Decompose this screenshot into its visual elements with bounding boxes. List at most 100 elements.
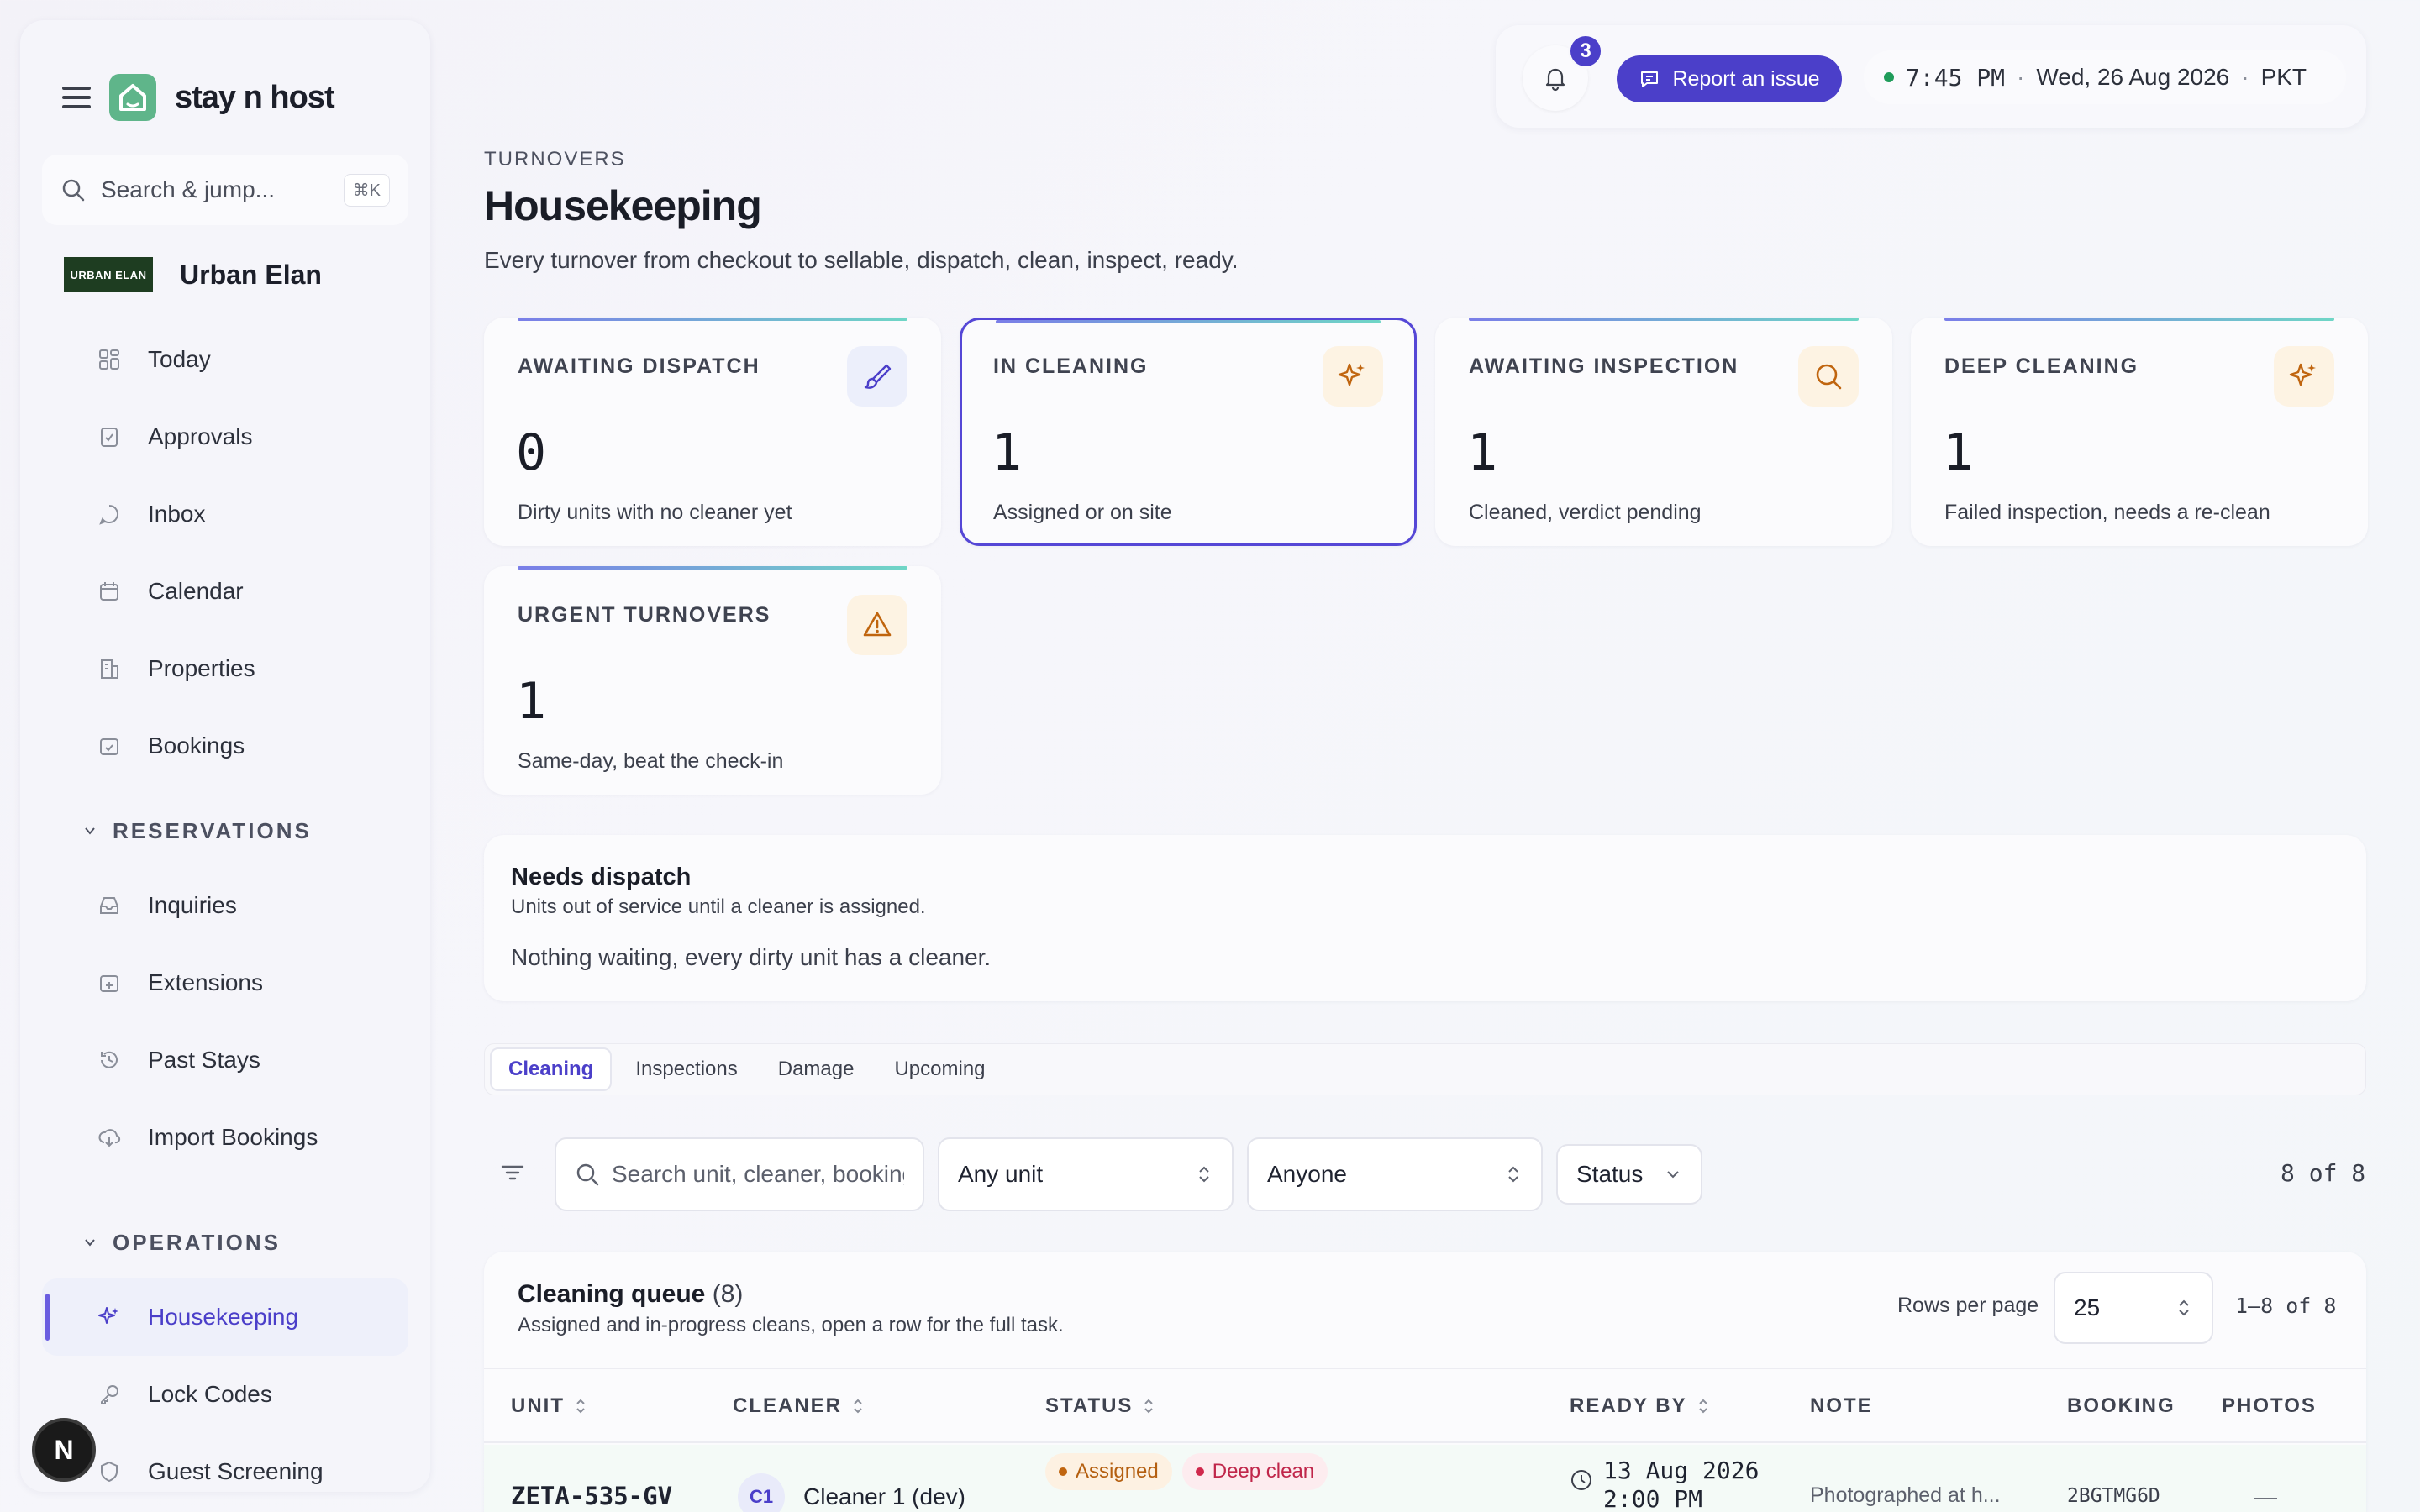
cleaning-queue: Cleaning queue (8) Assigned and in-progr… bbox=[484, 1252, 2366, 1512]
pagination-range: 1–8 of 8 bbox=[2235, 1294, 2337, 1318]
sidebar-item-calendar[interactable]: Calendar bbox=[42, 553, 408, 630]
sidebar-item-label: Housekeeping bbox=[148, 1304, 299, 1330]
sidebar-item-extensions[interactable]: Extensions bbox=[42, 944, 408, 1021]
calendar-icon bbox=[96, 578, 123, 605]
section-operations[interactable]: OPERATIONS bbox=[42, 1206, 408, 1278]
page-subtitle: Every turnover from checkout to sellable… bbox=[484, 247, 1239, 273]
sidebar-item-bookings[interactable]: Bookings bbox=[42, 707, 408, 785]
column-label: STATUS bbox=[1045, 1394, 1134, 1417]
chevron-updown-icon bbox=[1199, 1166, 1209, 1183]
stat-description: Failed inspection, needs a re-clean bbox=[1944, 501, 2270, 524]
sidebar-item-past-stays[interactable]: Past Stays bbox=[42, 1021, 408, 1099]
column-header-photos: PHOTOS bbox=[2222, 1394, 2317, 1418]
clock-time: 7:45 PM bbox=[1906, 63, 2006, 92]
sparkle-icon bbox=[96, 1304, 123, 1331]
stat-description: Dirty units with no cleaner yet bbox=[518, 501, 792, 524]
cell-ready-by: 13 Aug 2026 2:00 PM bbox=[1570, 1457, 1759, 1512]
tag-text: Deep clean bbox=[1212, 1460, 1315, 1483]
queue-search-input[interactable]: Search unit, cleaner, booking bbox=[555, 1137, 924, 1211]
menu-icon[interactable] bbox=[62, 87, 91, 108]
cell-booking[interactable]: 2BGTMG6D bbox=[2067, 1485, 2160, 1507]
report-issue-label: Report an issue bbox=[1672, 66, 1820, 91]
column-label: UNIT bbox=[511, 1394, 565, 1417]
status-dot bbox=[1884, 72, 1894, 82]
column-label: NOTE bbox=[1810, 1394, 1873, 1417]
sidebar-item-label: Today bbox=[148, 346, 211, 372]
stat-card-deep-cleaning[interactable]: DEEP CLEANING 1 Failed inspection, needs… bbox=[1911, 318, 2368, 546]
org-logo: URBAN ELAN bbox=[64, 257, 153, 292]
stat-description: Same-day, beat the check-in bbox=[518, 749, 784, 773]
table-row[interactable]: ZETA-535-GV C1 Cleaner 1 (dev) Assigned … bbox=[484, 1445, 2366, 1512]
ready-date: 13 Aug 2026 bbox=[1603, 1457, 1760, 1484]
cleaner-name: Cleaner 1 (dev) bbox=[803, 1483, 965, 1509]
sidebar-item-approvals[interactable]: Approvals bbox=[42, 398, 408, 475]
status-text: Assigned bbox=[1076, 1460, 1159, 1483]
cell-photos: — bbox=[2254, 1483, 2277, 1509]
section-reservations[interactable]: RESERVATIONS bbox=[42, 795, 408, 867]
sidebar-item-label: Inbox bbox=[148, 501, 206, 527]
stat-card-in-cleaning[interactable]: IN CLEANING 1 Assigned or on site bbox=[960, 318, 1417, 546]
sidebar-item-lock-codes[interactable]: Lock Codes bbox=[42, 1356, 408, 1433]
sidebar-item-inbox[interactable]: Inbox bbox=[42, 475, 408, 553]
column-label: BOOKING bbox=[2067, 1394, 2175, 1417]
result-count: 8 of 8 bbox=[2281, 1159, 2366, 1187]
brand: stay n host bbox=[62, 74, 335, 121]
queue-subtitle: Assigned and in-progress cleans, open a … bbox=[518, 1314, 1064, 1336]
unit-select[interactable]: Any unit bbox=[938, 1137, 1234, 1211]
bell-icon bbox=[1545, 68, 1565, 92]
stat-card-urgent-turnovers[interactable]: URGENT TURNOVERS 1 Same-day, beat the ch… bbox=[484, 566, 941, 795]
sidebar-item-label: Guest Screening bbox=[148, 1458, 324, 1484]
sidebar-item-today[interactable]: Today bbox=[42, 321, 408, 398]
building-icon bbox=[96, 655, 123, 682]
rows-per-page-select[interactable]: 25 bbox=[2054, 1272, 2213, 1344]
column-header-cleaner[interactable]: CLEANER bbox=[733, 1394, 865, 1418]
sidebar-search[interactable]: Search & jump... ⌘K bbox=[42, 155, 408, 225]
chevron-updown-icon bbox=[2179, 1299, 2189, 1316]
clipboard-check-icon bbox=[96, 423, 123, 450]
column-header-unit[interactable]: UNIT bbox=[511, 1394, 588, 1418]
sort-icon bbox=[576, 1399, 585, 1414]
rows-per-page-label: Rows per page bbox=[1897, 1294, 2039, 1317]
tag-badge: Deep clean bbox=[1181, 1453, 1328, 1490]
nav-main: Today Approvals Inbox Calendar Propertie… bbox=[42, 321, 408, 785]
filter-icon[interactable] bbox=[499, 1159, 526, 1186]
unit-select-value: Any unit bbox=[958, 1161, 1044, 1187]
tab-upcoming[interactable]: Upcoming bbox=[877, 1047, 1002, 1091]
stat-card-awaiting-dispatch[interactable]: AWAITING DISPATCH 0 Dirty units with no … bbox=[484, 318, 941, 546]
report-issue-button[interactable]: Report an issue bbox=[1617, 55, 1842, 102]
topbar: 3 Report an issue 7:45 PM · Wed, 26 Aug … bbox=[1496, 25, 2366, 128]
rows-per-page-value: 25 bbox=[2074, 1294, 2101, 1320]
shortcut-badge: ⌘K bbox=[343, 173, 390, 207]
tab-cleaning[interactable]: Cleaning bbox=[490, 1047, 613, 1091]
org-switcher[interactable]: URBAN ELAN Urban Elan bbox=[64, 257, 322, 292]
stat-label: AWAITING DISPATCH bbox=[518, 354, 760, 378]
needs-dispatch-panel: Needs dispatch Units out of service unti… bbox=[484, 835, 2366, 1001]
tab-damage[interactable]: Damage bbox=[761, 1047, 871, 1091]
search-placeholder: Search & jump... bbox=[101, 176, 275, 202]
sidebar-item-guest-screening[interactable]: Guest Screening bbox=[42, 1433, 408, 1492]
table-header: UNIT CLEANER STATUS READY BY NOTE BOOKIN… bbox=[484, 1368, 2366, 1443]
calendar-check-icon bbox=[96, 732, 123, 759]
chat-icon bbox=[96, 501, 123, 528]
sidebar-item-inquiries[interactable]: Inquiries bbox=[42, 867, 408, 944]
assignee-select-value: Anyone bbox=[1267, 1161, 1347, 1187]
grid-icon bbox=[96, 346, 123, 373]
sidebar-item-properties[interactable]: Properties bbox=[42, 630, 408, 707]
clock-timezone: PKT bbox=[2260, 64, 2307, 90]
sidebar-item-import-bookings[interactable]: Import Bookings bbox=[42, 1099, 408, 1176]
user-avatar[interactable]: N bbox=[32, 1418, 96, 1482]
assignee-select[interactable]: Anyone bbox=[1247, 1137, 1543, 1211]
stat-card-awaiting-inspection[interactable]: AWAITING INSPECTION 1 Cleaned, verdict p… bbox=[1435, 318, 1892, 546]
sidebar-item-housekeeping[interactable]: Housekeeping bbox=[42, 1278, 408, 1356]
nav-operations: OPERATIONS Housekeeping Lock Codes Guest… bbox=[42, 1206, 408, 1492]
notification-count-badge: 3 bbox=[1568, 34, 1603, 69]
panel-subtitle: Units out of service until a cleaner is … bbox=[511, 895, 926, 918]
status-filter[interactable]: Status bbox=[1556, 1144, 1702, 1205]
tab-inspections[interactable]: Inspections bbox=[618, 1047, 754, 1091]
chevron-updown-icon bbox=[1508, 1166, 1518, 1183]
column-header-status[interactable]: STATUS bbox=[1045, 1394, 1156, 1418]
message-alert-icon bbox=[1641, 71, 1659, 87]
column-header-ready-by[interactable]: READY BY bbox=[1570, 1394, 1711, 1418]
org-name: Urban Elan bbox=[180, 259, 322, 290]
queue-count: (8) bbox=[712, 1280, 744, 1308]
